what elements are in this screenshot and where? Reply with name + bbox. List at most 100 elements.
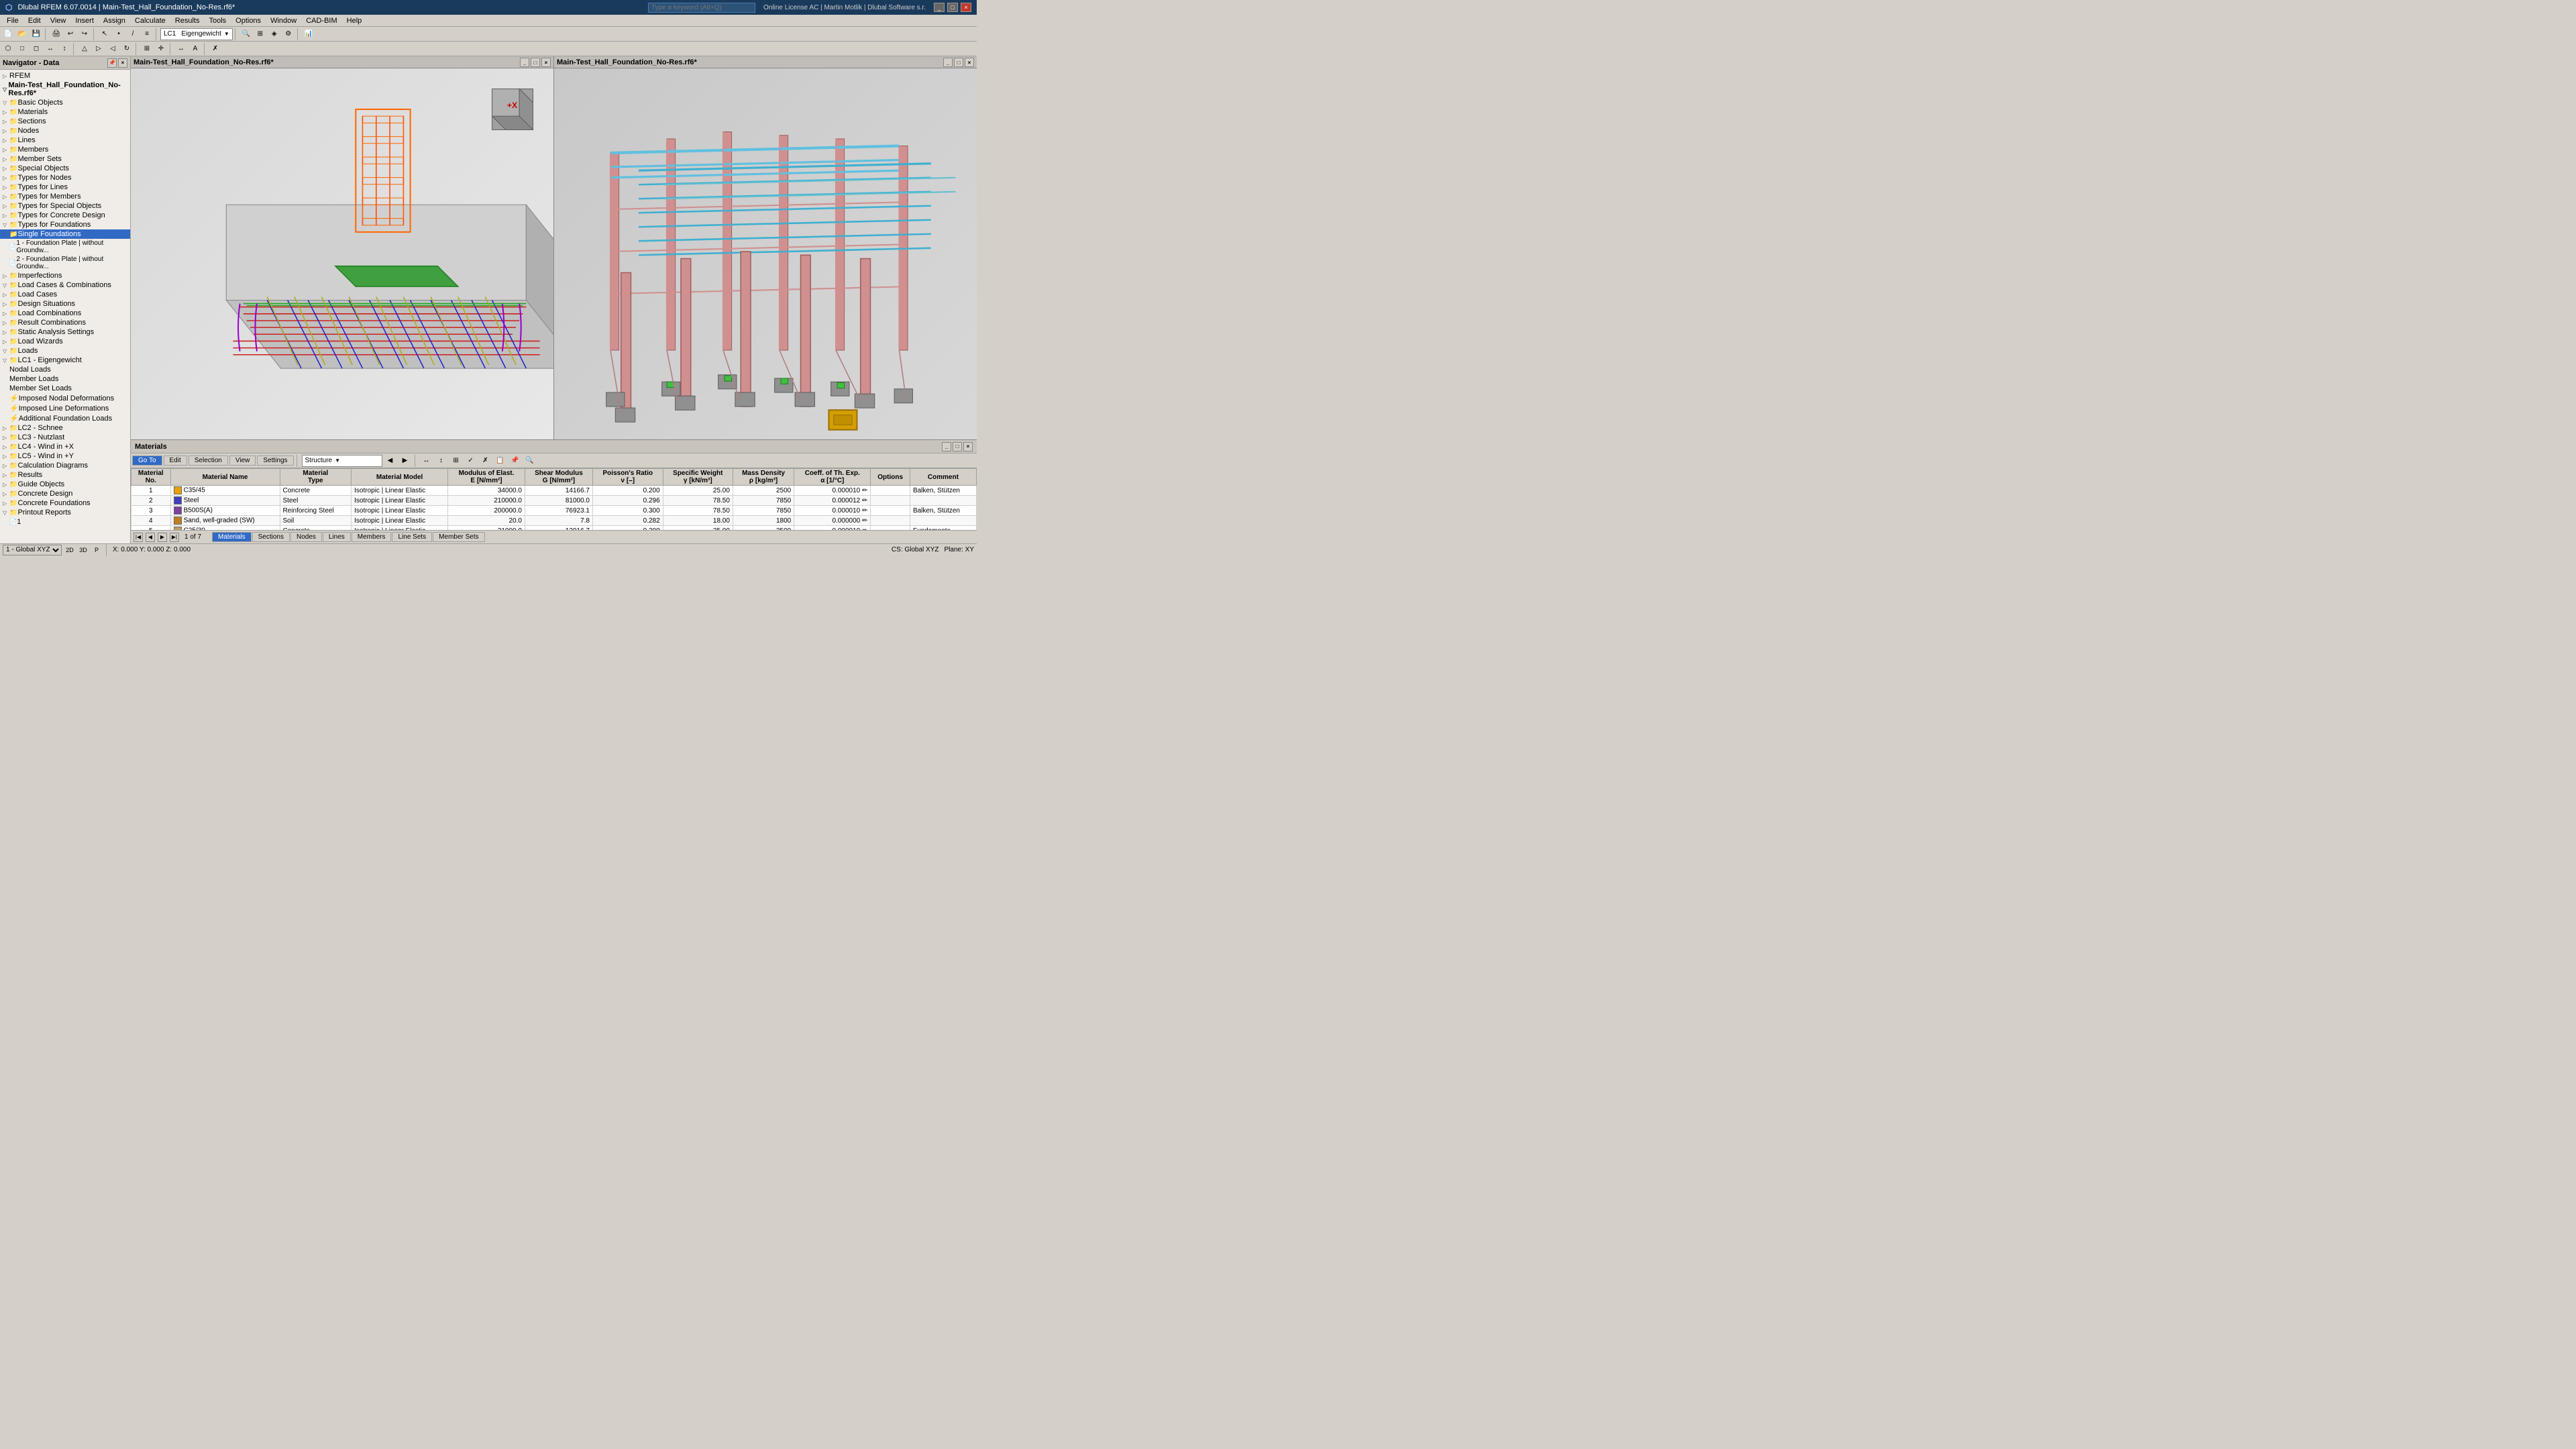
- tab-members[interactable]: Members: [352, 532, 392, 542]
- tb-node[interactable]: •: [112, 28, 125, 41]
- vl-max[interactable]: □: [531, 58, 540, 67]
- menu-edit[interactable]: Edit: [24, 16, 45, 25]
- tb2-3[interactable]: ◻: [30, 42, 43, 56]
- maximize-button[interactable]: □: [947, 3, 958, 12]
- tab-sections[interactable]: Sections: [252, 532, 290, 542]
- cs-dropdown[interactable]: 1 - Global XYZ: [3, 545, 62, 555]
- tb2-6[interactable]: △: [78, 42, 91, 56]
- nav-member-set-loads[interactable]: Member Set Loads: [0, 384, 130, 393]
- vr-close[interactable]: ×: [965, 58, 974, 67]
- table-row[interactable]: 4 Sand, well-graded (SW) Soil Isotropic …: [131, 516, 977, 526]
- tb2-7[interactable]: ▷: [92, 42, 105, 56]
- tb2-4[interactable]: ↔: [44, 42, 57, 56]
- menu-calculate[interactable]: Calculate: [131, 16, 170, 25]
- nav-types-foundations[interactable]: ▽ 📁 Types for Foundations: [0, 220, 130, 229]
- tab-lines[interactable]: Lines: [323, 532, 351, 542]
- tb2-snap[interactable]: ✛: [154, 42, 168, 56]
- nav-design-sit[interactable]: ▷ 📁 Design Situations: [0, 299, 130, 309]
- nav-guide-objects[interactable]: ▷ 📁 Guide Objects: [0, 480, 130, 489]
- viewport-right[interactable]: Main-Test_Hall_Foundation_No-Res.rf6* _ …: [554, 56, 977, 439]
- nav-pin[interactable]: 📌: [107, 58, 117, 68]
- tb2-8[interactable]: ◁: [106, 42, 119, 56]
- nav-found-2[interactable]: 📄 2 - Foundation Plate | without Groundw…: [0, 255, 130, 271]
- nav-materials[interactable]: ▷ 📁 Materials: [0, 107, 130, 117]
- nav-lc3[interactable]: ▷ 📁 LC3 - Nutzlast: [0, 433, 130, 442]
- bp-tb7[interactable]: 📌: [508, 454, 522, 468]
- nav-concrete-foundations[interactable]: ▷ 📁 Concrete Foundations: [0, 498, 130, 508]
- nav-member-loads[interactable]: Member Loads: [0, 374, 130, 384]
- edit-icon[interactable]: ✏: [862, 487, 867, 494]
- minimize-button[interactable]: _: [934, 3, 945, 12]
- nav-result-comb[interactable]: ▷ 📁 Result Combinations: [0, 318, 130, 327]
- tb-zoom-all[interactable]: ⊞: [254, 28, 267, 41]
- nav-special-objects[interactable]: ▷ 📁 Special Objects: [0, 164, 130, 173]
- nav-close[interactable]: ×: [118, 58, 127, 68]
- bp-settings[interactable]: Settings: [257, 455, 293, 466]
- bp-goto[interactable]: Go To: [132, 455, 162, 466]
- nav-calc-diagrams[interactable]: ▷ 📁 Calculation Diagrams: [0, 461, 130, 470]
- bp-filter[interactable]: Structure ▼: [302, 455, 382, 467]
- menu-insert[interactable]: Insert: [71, 16, 98, 25]
- nav-membersets[interactable]: ▷ 📁 Member Sets: [0, 154, 130, 164]
- bp-filter-prev[interactable]: ◀: [384, 454, 397, 468]
- nav-imposed-line[interactable]: ⚡ Imposed Line Deformations: [0, 403, 130, 413]
- tab-materials[interactable]: Materials: [212, 532, 252, 542]
- nav-report-1[interactable]: 📄 1: [0, 517, 130, 527]
- page-prev[interactable]: ◀: [146, 533, 155, 542]
- nav-load-comb[interactable]: ▷ 📁 Load Combinations: [0, 309, 130, 318]
- tb-render[interactable]: ◈: [268, 28, 281, 41]
- nav-lc2[interactable]: ▷ 📁 LC2 - Schnee: [0, 423, 130, 433]
- edit-icon[interactable]: ✏: [862, 497, 867, 504]
- tab-member-sets[interactable]: Member Sets: [433, 532, 484, 542]
- nav-rfem[interactable]: ▷ RFEM: [0, 71, 130, 80]
- nav-static-analysis[interactable]: ▷ 📁 Static Analysis Settings: [0, 327, 130, 337]
- close-button[interactable]: ×: [961, 3, 971, 12]
- tb-redo[interactable]: ↪: [78, 28, 91, 41]
- menu-options[interactable]: Options: [231, 16, 265, 25]
- menu-results[interactable]: Results: [171, 16, 204, 25]
- nav-load-cases[interactable]: ▷ 📁 Load Cases: [0, 290, 130, 299]
- nav-lcc[interactable]: ▽ 📁 Load Cases & Combinations: [0, 280, 130, 290]
- menu-window[interactable]: Window: [266, 16, 301, 25]
- nav-lc4[interactable]: ▷ 📁 LC4 - Wind in +X: [0, 442, 130, 451]
- tb-open[interactable]: 📂: [15, 28, 29, 41]
- nav-additional-found[interactable]: ⚡ Additional Foundation Loads: [0, 413, 130, 423]
- bp-min[interactable]: _: [942, 442, 951, 451]
- nav-load-wizards[interactable]: ▷ 📁 Load Wizards: [0, 337, 130, 346]
- nav-lines[interactable]: ▷ 📁 Lines: [0, 136, 130, 145]
- tb-new[interactable]: 📄: [1, 28, 15, 41]
- tab-line-sets[interactable]: Line Sets: [392, 532, 432, 542]
- tb-calc[interactable]: ⚙: [282, 28, 295, 41]
- nav-types-lines[interactable]: ▷ 📁 Types for Lines: [0, 182, 130, 192]
- search-input[interactable]: [648, 3, 755, 13]
- tb2-5[interactable]: ↕: [58, 42, 71, 56]
- nav-types-nodes[interactable]: ▷ 📁 Types for Nodes: [0, 173, 130, 182]
- viewport-left[interactable]: Main-Test_Hall_Foundation_No-Res.rf6* _ …: [131, 56, 554, 439]
- view-3d[interactable]: 3D: [78, 545, 89, 555]
- bp-filter-next[interactable]: ▶: [398, 454, 412, 468]
- nav-loads[interactable]: ▽ 📁 Loads: [0, 346, 130, 356]
- nav-found-1[interactable]: 📄 1 - Foundation Plate | without Groundw…: [0, 239, 130, 255]
- nav-results[interactable]: ▷ 📁 Results: [0, 470, 130, 480]
- nav-basic-objects[interactable]: ▽ 📁 Basic Objects: [0, 98, 130, 107]
- nav-printout[interactable]: ▽ 📁 Printout Reports: [0, 508, 130, 517]
- nav-lc5[interactable]: ▷ 📁 LC5 - Wind in +Y: [0, 451, 130, 461]
- tb2-grid[interactable]: ⊞: [140, 42, 154, 56]
- bp-tb4[interactable]: ✓: [464, 454, 478, 468]
- tb-select[interactable]: ↖: [98, 28, 111, 41]
- bp-tb1[interactable]: ↔: [420, 454, 433, 468]
- bp-tb5[interactable]: ✗: [479, 454, 492, 468]
- bp-tb8[interactable]: 🔍: [523, 454, 537, 468]
- page-next[interactable]: ▶: [158, 533, 167, 542]
- nav-types-special[interactable]: ▷ 📁 Types for Special Objects: [0, 201, 130, 211]
- menu-file[interactable]: File: [3, 16, 23, 25]
- vl-min[interactable]: _: [520, 58, 529, 67]
- vr-min[interactable]: _: [943, 58, 953, 67]
- tb2-dim[interactable]: ↔: [174, 42, 188, 56]
- nav-types-concrete[interactable]: ▷ 📁 Types for Concrete Design: [0, 211, 130, 220]
- nav-concrete-design[interactable]: ▷ 📁 Concrete Design: [0, 489, 130, 498]
- edit-icon[interactable]: ✏: [862, 517, 867, 525]
- tb-print[interactable]: 🖨: [50, 28, 63, 41]
- edit-icon[interactable]: ✏: [862, 507, 867, 515]
- tb-line[interactable]: /: [126, 28, 140, 41]
